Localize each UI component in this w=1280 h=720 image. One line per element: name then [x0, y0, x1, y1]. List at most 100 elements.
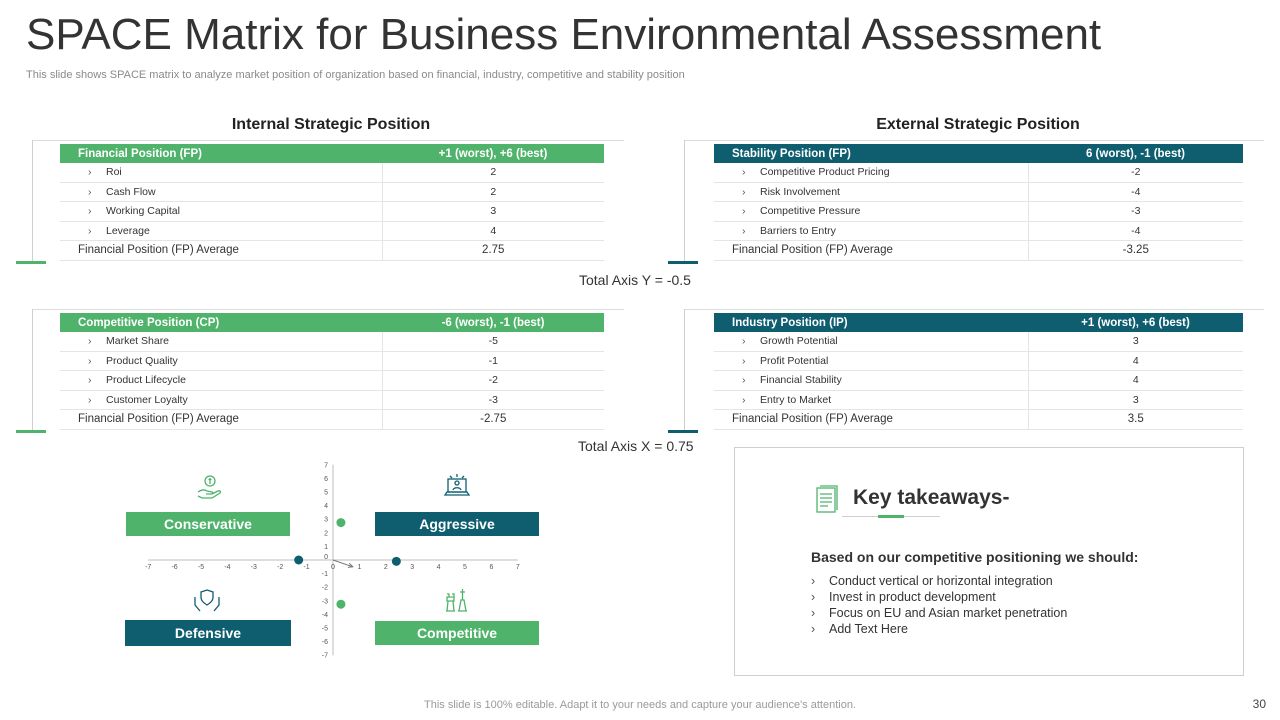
list-item: › Focus on EU and Asian market penetratio… [811, 606, 1067, 622]
average-value: -2.75 [381, 409, 604, 430]
row-value: -5 [381, 332, 604, 352]
list-item-text: Focus on EU and Asian market penetration [829, 606, 1068, 620]
average-value: -3.25 [1027, 240, 1243, 261]
key-takeaways-title: Key takeaways- [853, 486, 1010, 509]
average-row: Financial Position (FP) Average -2.75 [60, 409, 604, 430]
industry-position-table: Industry Position (IP) +1 (worst), +6 (be… [714, 313, 1243, 430]
quadrant-competitive: Competitive [375, 621, 539, 645]
x-tick-label: 2 [384, 564, 388, 571]
row-label: Product Lifecycle [106, 374, 186, 387]
internal-heading: Internal Strategic Position [231, 116, 431, 133]
row-label: Entry to Market [760, 393, 832, 406]
slide-subtitle: This slide shows SPACE matrix to analyze… [26, 69, 685, 81]
row-value: -2 [381, 370, 604, 391]
chevron-right-icon: › [88, 166, 92, 179]
divider [32, 309, 624, 310]
external-heading: External Strategic Position [876, 116, 1080, 133]
footer-note: This slide is 100% editable. Adapt it to… [424, 699, 856, 711]
average-row: Financial Position (FP) Average 2.75 [60, 240, 604, 261]
average-value: 3.5 [1027, 409, 1243, 430]
takeaways-list: › Conduct vertical or horizontal integrat… [811, 574, 1067, 638]
chevron-right-icon: › [88, 354, 92, 367]
table-row: › Competitive Pressure -3 [714, 201, 1243, 222]
chevron-right-icon: › [742, 374, 746, 387]
table-row: › Product Lifecycle -2 [60, 370, 604, 391]
chevron-right-icon: › [88, 224, 92, 237]
table-row: › Product Quality -1 [60, 351, 604, 371]
y-tick-label: 6 [324, 476, 328, 483]
x-tick-label: 0 [331, 564, 335, 571]
stability-position-table: Stability Position (FP) 6 (worst), -1 (be… [714, 144, 1243, 261]
divider [684, 140, 1264, 141]
table-header: 6 (worst), -1 (best) [1028, 144, 1243, 163]
list-item: › Add Text Here [811, 622, 1067, 638]
y-tick-label: -2 [322, 585, 328, 592]
page-number: 30 [1252, 697, 1266, 711]
row-label: Competitive Pressure [760, 205, 861, 218]
divider [684, 140, 685, 262]
table-header: +1 (worst), +6 (best) [382, 144, 604, 163]
row-value: -2 [1027, 163, 1243, 183]
x-tick-label: -1 [303, 564, 309, 571]
row-value: 2 [381, 182, 604, 202]
x-tick-label: -3 [251, 564, 257, 571]
table-row: › Profit Potential 4 [714, 351, 1243, 371]
takeaways-lead: Based on our competitive positioning we … [811, 549, 1139, 565]
row-label: Cash Flow [106, 185, 156, 198]
row-value: 4 [381, 221, 604, 241]
quadrant-defensive: Defensive [125, 620, 291, 646]
quadrant-conservative: Conservative [126, 512, 290, 536]
table-header: Industry Position (IP) [714, 313, 1028, 332]
row-value: -3 [1027, 201, 1243, 222]
chevron-right-icon: › [742, 205, 746, 218]
table-row: › Market Share -5 [60, 332, 604, 352]
y-tick-label: 4 [324, 503, 328, 510]
chevron-right-icon: › [811, 590, 816, 604]
x-tick-label: -6 [171, 564, 177, 571]
x-tick-label: -7 [145, 564, 151, 571]
row-value: -1 [381, 351, 604, 371]
chevron-right-icon: › [742, 393, 746, 406]
y-tick-label: 5 [324, 490, 328, 497]
chess-pieces-icon [446, 589, 467, 612]
data-point [336, 599, 346, 609]
table-header: -6 (worst), -1 (best) [382, 313, 604, 332]
total-axis-y: Total Axis Y = -0.5 [579, 272, 691, 288]
document-icon [816, 485, 838, 513]
row-label: Profit Potential [760, 354, 829, 367]
row-label: Financial Stability [760, 374, 842, 387]
y-tick-label: -5 [322, 626, 328, 633]
x-tick-label: -4 [224, 564, 230, 571]
laptop-growth-icon [443, 474, 471, 496]
divider [32, 140, 624, 141]
table-header: Competitive Position (CP) [60, 313, 382, 332]
accent-mark [668, 430, 698, 433]
table-row: › Cash Flow 2 [60, 182, 604, 202]
average-row: Financial Position (FP) Average -3.25 [714, 240, 1243, 261]
row-value: 3 [1027, 390, 1243, 410]
list-item-text: Add Text Here [829, 622, 908, 636]
accent-mark [668, 261, 698, 264]
row-value: 3 [1027, 332, 1243, 352]
list-item-text: Invest in product development [829, 590, 996, 604]
table-header: Stability Position (FP) [714, 144, 1028, 163]
financial-position-table: Financial Position (FP) +1 (worst), +6 (b… [60, 144, 604, 261]
chevron-right-icon: › [811, 574, 816, 588]
table-row: › Growth Potential 3 [714, 332, 1243, 352]
chevron-right-icon: › [811, 622, 816, 636]
y-tick-label: 3 [324, 517, 328, 524]
row-value: -4 [1027, 182, 1243, 202]
y-tick-label: 2 [324, 530, 328, 537]
chevron-right-icon: › [811, 606, 816, 620]
table-row: › Roi 2 [60, 163, 604, 183]
row-value: 4 [1027, 370, 1243, 391]
table-row: › Leverage 4 [60, 221, 604, 241]
money-hand-icon [197, 475, 222, 499]
table-header: +1 (worst), +6 (best) [1028, 313, 1243, 332]
y-tick-label: 0 [324, 554, 328, 561]
row-value: 2 [381, 163, 604, 183]
data-point [391, 556, 401, 566]
divider [32, 140, 33, 262]
x-tick-label: 4 [437, 564, 441, 571]
row-value: -3 [381, 390, 604, 410]
